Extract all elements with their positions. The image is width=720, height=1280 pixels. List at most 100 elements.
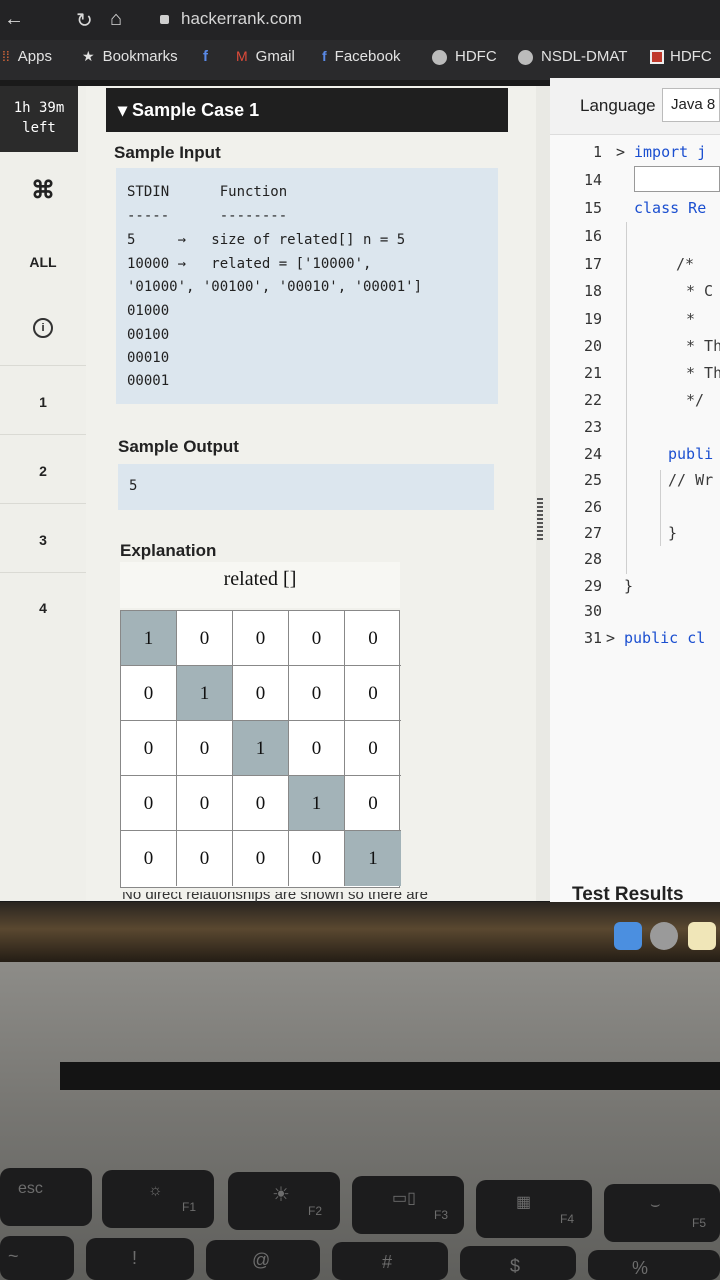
bookmark-bookmarks[interactable]: ★ Bookmarks	[82, 48, 178, 65]
matrix-cell: 0	[345, 666, 401, 721]
sidebar-info[interactable]: i	[0, 318, 86, 338]
matrix-cell: 1	[345, 831, 401, 886]
code-line: STDIN Function	[127, 184, 288, 200]
matrix-cell: 0	[177, 611, 233, 666]
bookmark-apps[interactable]: ⁞⁞ Apps	[2, 48, 52, 65]
exclamation-glyph: !	[132, 1248, 138, 1268]
apps-grid-icon: ⁞⁞	[2, 48, 10, 64]
launchpad-icon[interactable]	[650, 922, 678, 950]
line-number: 30	[583, 602, 602, 620]
related-matrix: 1 0 0 0 0 0 1 0 0 0 0 0 1 0 0 0 0 0 1 0 …	[120, 610, 401, 888]
bookmark-gmail[interactable]: M Gmail	[236, 48, 295, 65]
bookmark-nsdl-dmat[interactable]: NSDL-DMAT	[518, 48, 627, 65]
language-label: Language	[580, 96, 656, 115]
sample-case-header[interactable]: ▾ Sample Case 1	[106, 88, 508, 132]
matrix-cell: 0	[177, 831, 233, 886]
time-remaining: 1h 39m left	[0, 86, 78, 152]
code-brace: }	[668, 524, 678, 542]
facebook-icon: f	[203, 48, 208, 65]
line-number: 19	[583, 310, 602, 328]
code-public: publi	[668, 445, 714, 463]
matrix-cell: 1	[233, 721, 289, 776]
command-icon[interactable]: ⌘	[0, 176, 86, 205]
launchpad-key-icon: ▦	[516, 1194, 532, 1211]
line-number: 29	[583, 577, 602, 595]
back-arrow-icon[interactable]: ←	[4, 8, 24, 31]
url-text: hackerrank.com	[181, 9, 302, 28]
f5-key: ⌣ F5	[604, 1184, 720, 1242]
tilde-glyph: ~	[8, 1246, 19, 1266]
matrix-cell: 0	[121, 831, 177, 886]
drag-handle-icon[interactable]	[537, 498, 543, 540]
brightness-down-icon: ☼	[148, 1182, 163, 1199]
matrix-cell: 0	[289, 721, 345, 776]
code-line: 5 → size of related[] n = 5	[127, 232, 406, 248]
sidebar-item-all[interactable]: ALL	[0, 254, 86, 270]
panel-splitter[interactable]	[536, 86, 550, 901]
line-number: 27	[583, 524, 602, 542]
sidebar-item-3[interactable]: 3	[0, 532, 86, 548]
lock-icon	[160, 15, 169, 25]
line-number: 18	[583, 282, 602, 300]
sidebar-item-4[interactable]: 4	[0, 600, 86, 616]
fold-arrow-icon[interactable]: >	[606, 629, 615, 647]
percent-glyph: %	[632, 1258, 649, 1278]
two-key: @	[206, 1240, 320, 1280]
matrix-cell: 0	[345, 611, 401, 666]
line-number: 15	[583, 199, 602, 217]
f3-key: ▭▯ F3	[352, 1176, 464, 1234]
line-number: 21	[583, 364, 602, 382]
code-import: import j	[634, 143, 707, 161]
language-select[interactable]: Java 8	[662, 88, 720, 122]
divider	[0, 503, 86, 504]
sidebar-item-1[interactable]: 1	[0, 394, 86, 410]
bookmark-hdfc[interactable]: HDFC	[432, 48, 497, 65]
matrix-cell: 0	[345, 776, 401, 831]
code-brace: }	[624, 577, 634, 595]
code-class: class Re	[634, 199, 707, 217]
code-line: 5	[129, 478, 138, 494]
four-key: $	[460, 1246, 576, 1280]
notes-icon[interactable]	[688, 922, 716, 950]
finder-icon[interactable]	[614, 922, 642, 950]
code-line: 10000 → related = ['10000',	[127, 256, 372, 272]
matrix-cell: 1	[177, 666, 233, 721]
code-line: 01000	[127, 303, 170, 319]
address-bar[interactable]: hackerrank.com	[160, 9, 302, 29]
bookmark-facebook-short[interactable]: f	[203, 48, 208, 65]
code-comment: * Th	[686, 337, 720, 355]
line-number: 1	[592, 143, 602, 161]
gmail-icon: M	[236, 48, 248, 64]
collapsed-code-box[interactable]	[634, 166, 720, 192]
reload-icon[interactable]: ↻	[76, 8, 93, 33]
explanation-text-clip: No direct relationships are shown so the…	[122, 892, 482, 902]
globe-icon	[432, 49, 447, 65]
screen-bezel	[0, 902, 720, 962]
browser-toolbar: ← ↻ ⌂ hackerrank.com	[0, 0, 720, 40]
globe-icon	[518, 49, 533, 65]
line-number: 28	[583, 550, 602, 568]
caret-down-icon: ▾	[118, 100, 133, 120]
sample-input-title: Sample Input	[114, 143, 221, 162]
tilde-key: ~	[0, 1236, 74, 1280]
explanation-title: Explanation	[120, 541, 217, 560]
indent-guide	[626, 222, 627, 574]
code-comment: * C	[686, 282, 714, 300]
bookmark-hdfc-2[interactable]: HDFC	[650, 48, 712, 65]
matrix-cell: 0	[289, 831, 345, 886]
five-key: %	[588, 1250, 720, 1280]
line-number: 26	[583, 498, 602, 516]
code-public-class: public cl	[624, 629, 706, 647]
matrix-cell: 0	[289, 611, 345, 666]
three-key: #	[332, 1242, 448, 1280]
home-icon[interactable]: ⌂	[110, 8, 122, 31]
bookmark-facebook[interactable]: f Facebook	[322, 48, 401, 65]
dollar-glyph: $	[510, 1256, 521, 1276]
brightness-up-icon: ☀	[272, 1184, 290, 1206]
fold-arrow-icon[interactable]: >	[616, 143, 625, 161]
matrix-cell: 0	[177, 776, 233, 831]
keyboard-hinge	[60, 1062, 720, 1090]
line-number: 20	[583, 337, 602, 355]
indent-guide	[660, 470, 661, 546]
sidebar-item-2[interactable]: 2	[0, 463, 86, 479]
